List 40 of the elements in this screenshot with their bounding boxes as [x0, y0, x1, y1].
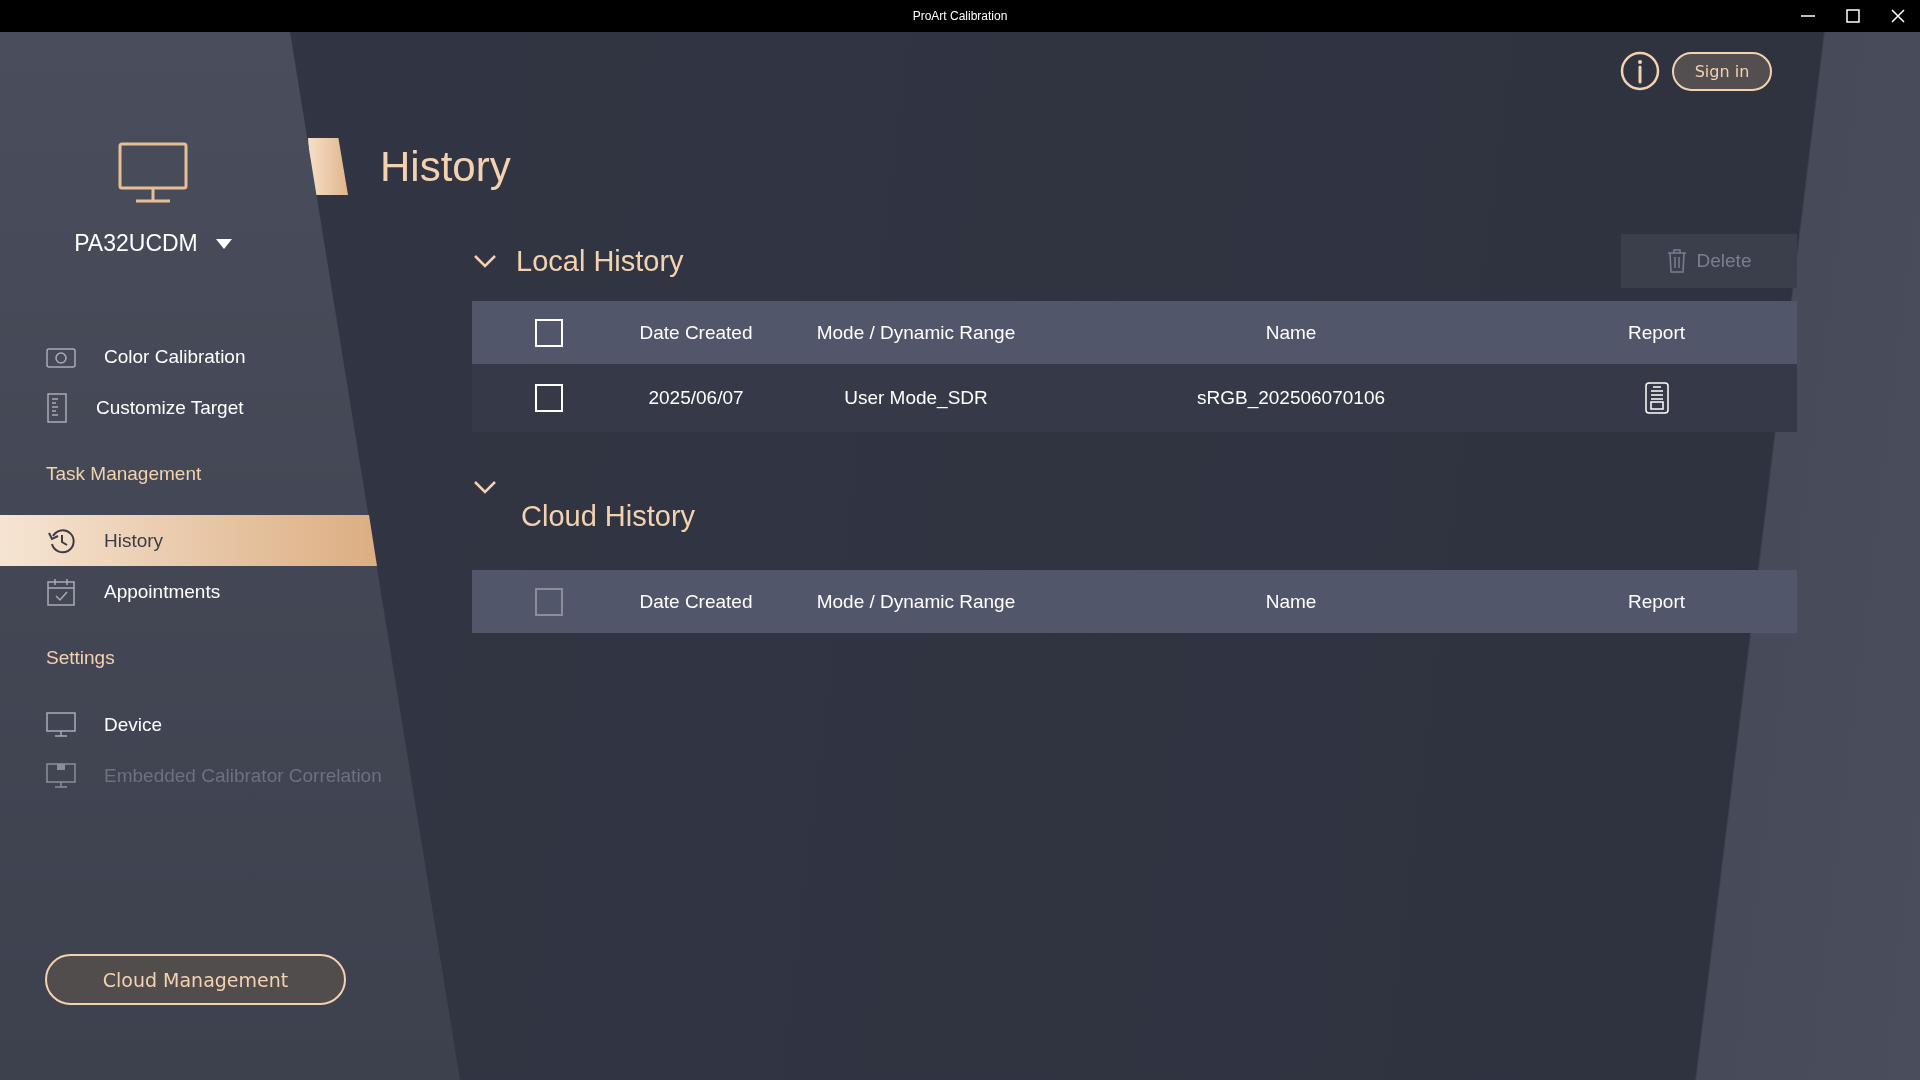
column-header: Name	[1265, 590, 1317, 613]
column-header: Report	[1628, 590, 1685, 613]
window-title: ProArt Calibration	[912, 9, 1008, 23]
table-row[interactable]: 2025/06/07 User Mode_SDR sRGB_202506070106	[472, 364, 1797, 432]
monitor-icon	[46, 711, 76, 738]
nav-item[interactable]: Color Calibration	[0, 331, 258, 382]
column-header: Mode / Dynamic Range	[816, 321, 1016, 344]
column-header: Report	[1628, 321, 1685, 344]
device-selector[interactable]: PA32UCDM	[74, 230, 232, 257]
camera-icon	[46, 345, 76, 368]
nav-item[interactable]: Appointments	[0, 566, 233, 617]
sign-in-button[interactable]: Sign in	[1672, 51, 1772, 91]
column-header: Date Created	[639, 321, 753, 344]
section-title: Local History	[516, 244, 684, 278]
report-icon[interactable]	[1644, 382, 1669, 414]
nav-item[interactable]: History	[0, 515, 377, 566]
maximize-icon[interactable]	[1845, 9, 1860, 23]
ruler-icon	[46, 392, 68, 423]
section-title: Cloud History	[521, 500, 696, 533]
column-header: Name	[1265, 321, 1317, 344]
column-header: Mode / Dynamic Range	[816, 590, 1016, 613]
section-label: Task Management	[46, 463, 202, 485]
title-accent	[308, 138, 348, 195]
table-cell: sRGB_202506070106	[1196, 387, 1385, 409]
history-icon	[46, 526, 76, 555]
cloud-management-button[interactable]: Cloud Management	[45, 954, 346, 1005]
calendar-icon	[46, 576, 76, 607]
monitor-icon	[46, 762, 76, 789]
nav-item[interactable]: Customize Target	[0, 382, 256, 433]
info-icon[interactable]	[1620, 51, 1660, 91]
caret-icon	[215, 238, 232, 249]
table-cell: 2025/06/07	[648, 387, 744, 409]
column-header: Date Created	[639, 590, 753, 613]
table-cell: User Mode_SDR	[844, 387, 988, 409]
section-label: Settings	[46, 647, 115, 669]
close-icon[interactable]	[1890, 9, 1905, 23]
page-title: History	[380, 142, 511, 191]
monitor-icon	[118, 142, 188, 204]
nav-item[interactable]: Device	[0, 699, 175, 750]
trash-icon	[1666, 249, 1687, 273]
